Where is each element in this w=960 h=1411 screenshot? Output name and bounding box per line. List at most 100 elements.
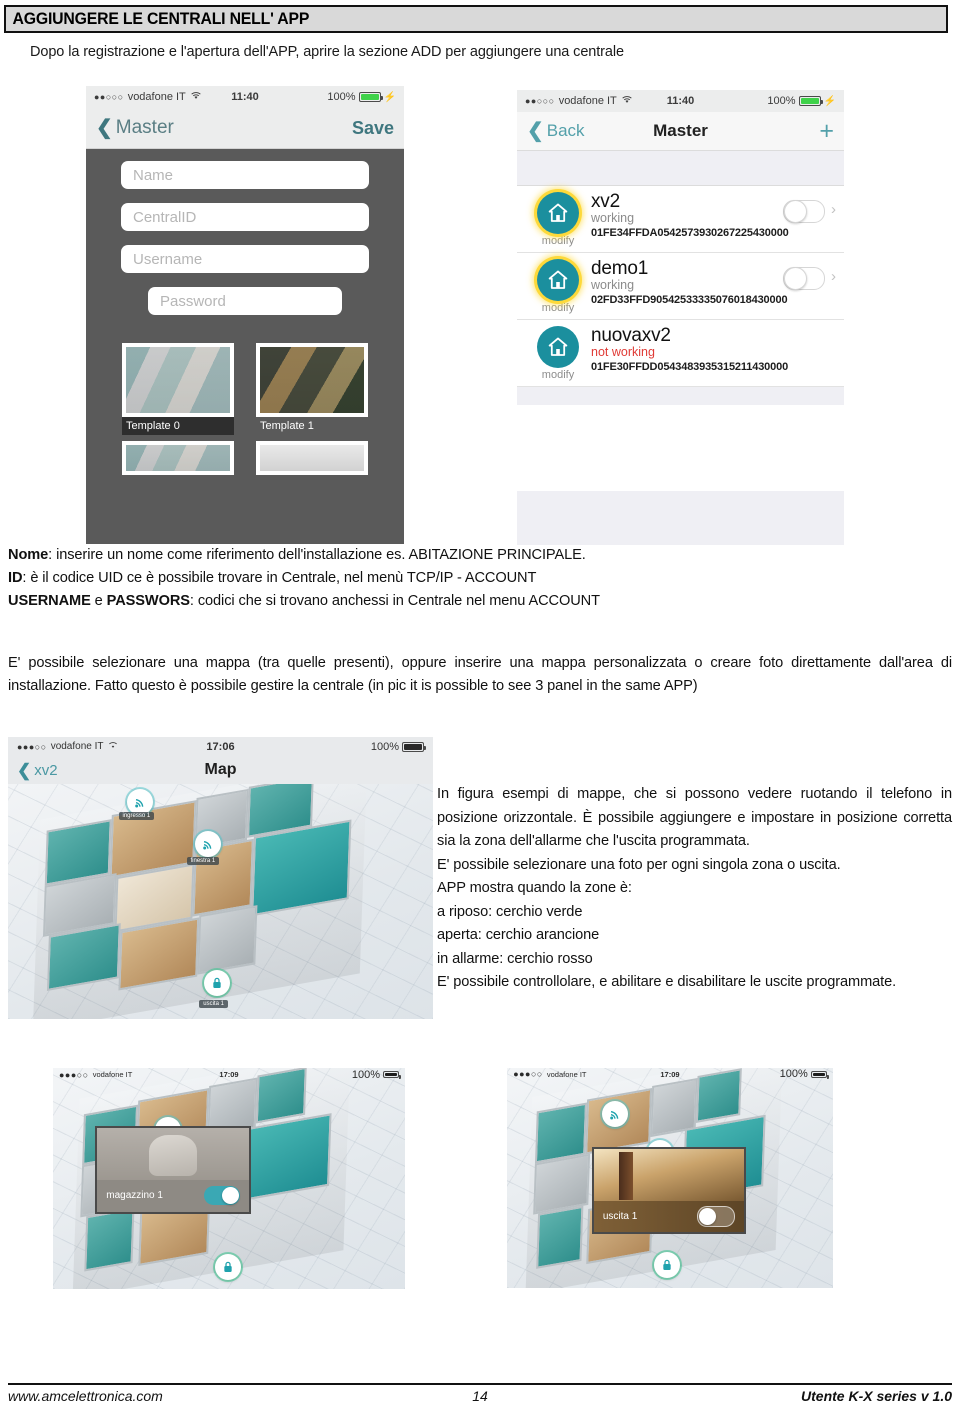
- nome-description: : inserire un nome come riferimento dell…: [48, 547, 586, 563]
- username-label: USERNAME: [8, 593, 91, 609]
- battery-percent-label: 100%: [779, 1068, 808, 1081]
- zone-state-idle: a riposo: cerchio verde: [437, 903, 583, 920]
- modify-link[interactable]: modify: [527, 369, 589, 381]
- central-name: demo1: [591, 258, 649, 279]
- screenshot-add-central-form: ●●○○○ vodafone IT 11:40 100% ⚡ ❮ Master …: [86, 86, 404, 544]
- central-status: working: [591, 278, 635, 293]
- password-field[interactable]: Password: [148, 287, 342, 315]
- centralid-field[interactable]: CentralID: [121, 203, 369, 231]
- battery-icon: [358, 92, 383, 102]
- template-thumbnail[interactable]: [122, 441, 234, 475]
- floor-plan-3d[interactable]: ●●●○○ vodafone IT 17:09 100%: [507, 1067, 833, 1288]
- home-icon[interactable]: [537, 192, 579, 234]
- username-field[interactable]: Username: [121, 245, 369, 273]
- zone-state-open: aperta: cerchio arancione: [437, 927, 600, 943]
- navbar-title: Map: [204, 761, 237, 778]
- name-field[interactable]: Name: [121, 161, 369, 189]
- paragraph-maps: In figura esempi di mappe, che si posson…: [437, 786, 952, 849]
- modify-link[interactable]: modify: [527, 302, 589, 314]
- battery-icon: [383, 1071, 401, 1080]
- output-lock-icon[interactable]: [203, 969, 230, 996]
- wifi-icon: [190, 91, 202, 103]
- nome-label: Nome: [8, 547, 49, 563]
- central-uid: 01FE34FFDA0542573930267225430000: [591, 227, 789, 239]
- output-popup-card[interactable]: uscita 1: [591, 1146, 746, 1235]
- status-bar: ●●○○○ vodafone IT 11:40 100% ⚡: [86, 86, 404, 108]
- output-label: uscita 1: [602, 1211, 638, 1223]
- id-description: : è il codice UID ce è possibile trovare…: [22, 570, 537, 586]
- template-item-1[interactable]: Template 1: [256, 343, 368, 435]
- template-item-0[interactable]: Template 0: [122, 343, 234, 435]
- form-area: Name CentralID Username Password Templat…: [86, 149, 404, 544]
- central-toggle[interactable]: [783, 267, 825, 290]
- list-item[interactable]: modify nuovaxv2 not working 01FE30FFDD05…: [517, 320, 844, 387]
- screenshot-central-list: ●●○○○ vodafone IT 11:40 100% ⚡ ❮ Back Ma…: [517, 90, 844, 545]
- chevron-right-icon[interactable]: ›: [831, 201, 836, 218]
- zone-state-alarm: in allarme: cerchio rosso: [437, 950, 593, 967]
- section-title-banner: AGGIUNGERE LE CENTRALI NELL' APP: [4, 5, 948, 33]
- house-model: [32, 784, 367, 1019]
- navigation-bar: ❮ Back Master +: [517, 112, 844, 151]
- add-central-button[interactable]: +: [819, 118, 834, 144]
- battery-percent-label: 100%: [370, 740, 399, 753]
- page-title: AGGIUNGERE LE CENTRALI NELL' APP: [12, 9, 310, 28]
- back-button-master[interactable]: ❮ Master: [96, 117, 174, 139]
- battery-percent-label: 100%: [351, 1068, 380, 1081]
- output-lock-icon[interactable]: [653, 1252, 680, 1279]
- carrier-label: vodafone IT: [92, 1070, 133, 1080]
- battery-icon: [798, 96, 823, 106]
- footer-divider: [8, 1383, 952, 1385]
- motion-sensor-icon[interactable]: [601, 1100, 628, 1127]
- motion-sensor-icon[interactable]: [195, 831, 221, 857]
- zone-popup-card[interactable]: magazzino 1: [95, 1125, 251, 1214]
- navigation-bar: ❮ xv2 Map: [8, 756, 433, 784]
- carrier-label: vodafone IT: [50, 741, 104, 752]
- output-lock-icon[interactable]: [214, 1254, 241, 1281]
- battery-percent-label: 100%: [327, 91, 356, 103]
- status-bar: ●●○○○ vodafone IT 11:40 100% ⚡: [517, 90, 844, 112]
- password-label: PASSWORS: [106, 593, 190, 609]
- zone-label: magazzino 1: [106, 1190, 163, 1202]
- template-gallery: Template 0 Template 1: [86, 329, 404, 435]
- screenshot-map-landscape: ●●●○○ vodafone IT 17:06 100% ❮ xv2 Map f…: [8, 737, 433, 1019]
- chevron-right-icon[interactable]: ›: [831, 268, 836, 285]
- template-thumbnail: [256, 343, 368, 417]
- paragraph-outputs: E' possibile controllolare, e abilitare …: [437, 974, 897, 990]
- floor-plan-3d[interactable]: finestra 1 ingresso 1 uscita 1: [8, 784, 433, 1019]
- charging-bolt-icon: ⚡: [383, 91, 396, 103]
- template-thumbnail: [122, 343, 234, 417]
- list-bottom-spacer: [517, 387, 844, 405]
- home-icon[interactable]: [537, 326, 579, 368]
- status-bar: ●●●○○ vodafone IT 17:09 100%: [507, 1068, 833, 1081]
- map-selection-paragraph: E' possibile selezionare una mappa (tra …: [8, 655, 952, 694]
- carrier-label: vodafone IT: [558, 95, 617, 107]
- wifi-icon: [621, 95, 633, 107]
- output-toggle[interactable]: [696, 1206, 735, 1228]
- list-item[interactable]: modify demo1 working 02FD33FFD9054253333…: [517, 253, 844, 320]
- carrier-label: vodafone IT: [127, 91, 186, 103]
- floor-plan-3d[interactable]: ●●●○○ vodafone IT 17:09 100%: [53, 1068, 405, 1290]
- home-icon[interactable]: [537, 259, 579, 301]
- list-empty-area: [517, 405, 844, 491]
- template-thumbnail[interactable]: [256, 441, 368, 475]
- map-explanation-text: In figura esempi di mappe, che si posson…: [437, 783, 952, 995]
- central-toggle[interactable]: [783, 200, 825, 223]
- conjunction: e: [90, 593, 107, 609]
- section-subtitle: Dopo la registrazione e l'apertura dell'…: [30, 44, 624, 60]
- document-page: AGGIUNGERE LE CENTRALI NELL' APP Dopo la…: [0, 0, 960, 1411]
- signal-dots-icon: ●●●○○: [17, 741, 47, 752]
- save-button[interactable]: Save: [352, 118, 394, 139]
- motion-sensor-icon[interactable]: [127, 788, 153, 815]
- battery-icon: [402, 741, 426, 752]
- signal-dots-icon: ●●●○○: [513, 1069, 543, 1080]
- screenshot-zone-popup-magazzino: ●●●○○ vodafone IT 17:09 100% magazzino 1: [29, 1033, 429, 1303]
- modify-link[interactable]: modify: [527, 235, 589, 247]
- status-bar: ●●●○○ vodafone IT 17:06 100%: [8, 737, 433, 756]
- signal-dots-icon: ●●○○○: [94, 92, 124, 102]
- central-name: xv2: [591, 191, 620, 212]
- field-descriptions: Nome: inserire un nome come riferimento …: [8, 544, 952, 613]
- zone-toggle[interactable]: [203, 1186, 240, 1206]
- battery-percent-label: 100%: [767, 95, 796, 107]
- list-item[interactable]: modify xv2 working 01FE34FFDA05425739302…: [517, 186, 844, 253]
- sensor-label: finestra 1: [186, 856, 220, 865]
